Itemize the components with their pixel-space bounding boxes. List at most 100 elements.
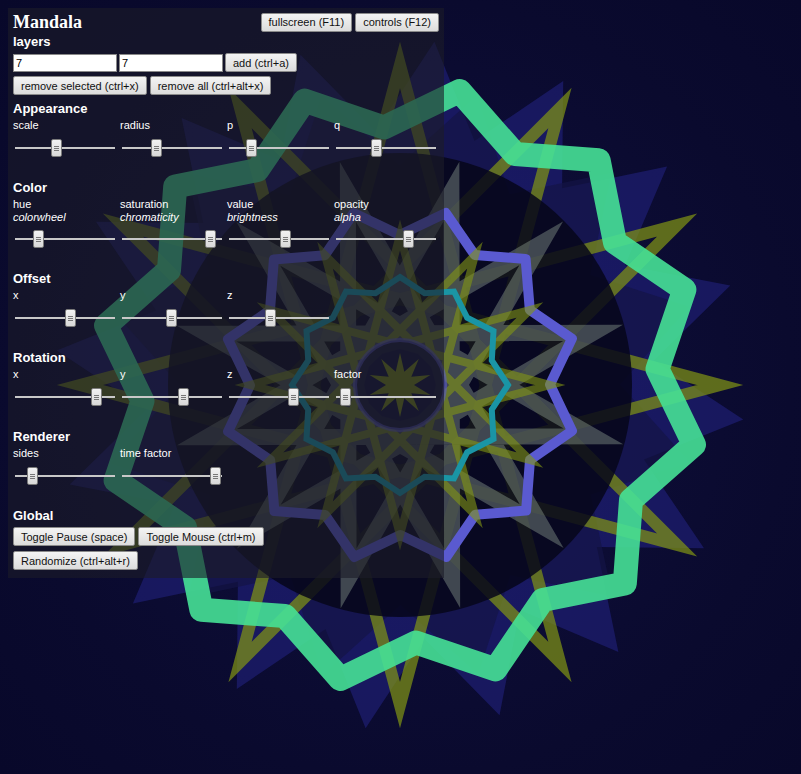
slider-label: hue bbox=[13, 198, 113, 211]
global-button[interactable]: Toggle Mouse (ctrl+m) bbox=[138, 527, 263, 546]
slider-control: factor bbox=[334, 368, 434, 423]
slider-control: huecolorwheel bbox=[13, 198, 113, 265]
slider-label: p bbox=[227, 119, 327, 132]
slider-track[interactable] bbox=[229, 387, 329, 407]
section-heading: Global bbox=[13, 508, 439, 524]
slider-grid: scale radiuspq bbox=[13, 119, 439, 174]
slider-control: y bbox=[120, 368, 220, 423]
slider-thumb[interactable] bbox=[166, 309, 177, 327]
slider-track[interactable] bbox=[122, 229, 222, 249]
slider-track[interactable] bbox=[229, 229, 329, 249]
slider-control: radius bbox=[120, 119, 220, 174]
slider-label: q bbox=[334, 119, 434, 132]
slider-label: sides bbox=[13, 447, 113, 460]
slider-track[interactable] bbox=[336, 138, 436, 158]
header-button[interactable]: controls (F12) bbox=[355, 13, 439, 32]
section-heading: Offset bbox=[13, 271, 439, 287]
page: Mandala fullscreen (F11)controls (F12) lay… bbox=[0, 0, 801, 774]
slider-control: opacityalpha bbox=[334, 198, 434, 265]
slider-control: x bbox=[13, 368, 113, 423]
slider-thumb[interactable] bbox=[340, 388, 351, 406]
remove-button[interactable]: remove all (ctrl+alt+x) bbox=[150, 76, 272, 95]
slider-thumb[interactable] bbox=[151, 139, 162, 157]
slider-track[interactable] bbox=[15, 387, 115, 407]
slider-thumb[interactable] bbox=[33, 230, 44, 248]
slider-thumb[interactable] bbox=[288, 388, 299, 406]
slider-grid: xyz bbox=[13, 289, 439, 344]
add-button[interactable]: add (ctrl+a) bbox=[225, 53, 297, 72]
remove-button[interactable]: remove selected (ctrl+x) bbox=[13, 76, 147, 95]
slider-label: value bbox=[227, 198, 327, 211]
slider-track[interactable] bbox=[122, 138, 222, 158]
global-buttons: Toggle Pause (space)Toggle Mouse (ctrl+m… bbox=[13, 527, 439, 546]
slider-thumb[interactable] bbox=[210, 467, 221, 485]
global-button[interactable]: Toggle Pause (space) bbox=[13, 527, 135, 546]
header-button[interactable]: fullscreen (F11) bbox=[261, 13, 353, 32]
slider-track[interactable] bbox=[122, 387, 222, 407]
slider-thumb[interactable] bbox=[371, 139, 382, 157]
slider-control: q bbox=[334, 119, 434, 174]
slider-thumb[interactable] bbox=[205, 230, 216, 248]
slider-control: z bbox=[227, 289, 327, 344]
global-buttons: Randomize (ctrl+alt+r) bbox=[13, 551, 439, 570]
layers-buttons: remove selected (ctrl+x)remove all (ctrl… bbox=[13, 76, 439, 95]
slider-control: sides bbox=[13, 447, 113, 502]
slider-grid: sides time factor bbox=[13, 447, 439, 502]
slider-track[interactable] bbox=[122, 308, 222, 328]
slider-track[interactable] bbox=[122, 466, 222, 486]
slider-sublabel: brightness bbox=[227, 211, 327, 223]
slider-track[interactable] bbox=[15, 229, 115, 249]
slider-control: y bbox=[120, 289, 220, 344]
section-heading: Rotation bbox=[13, 350, 439, 366]
slider-control: valuebrightness bbox=[227, 198, 327, 265]
panel-title: Mandala bbox=[13, 12, 82, 33]
global-button[interactable]: Randomize (ctrl+alt+r) bbox=[13, 551, 138, 570]
slider-thumb[interactable] bbox=[403, 230, 414, 248]
slider-thumb[interactable] bbox=[51, 139, 62, 157]
slider-control: p bbox=[227, 119, 327, 174]
slider-thumb[interactable] bbox=[178, 388, 189, 406]
slider-track[interactable] bbox=[15, 308, 115, 328]
slider-control: x bbox=[13, 289, 113, 344]
slider-grid: xyzfactor bbox=[13, 368, 439, 423]
slider-label: scale bbox=[13, 119, 113, 132]
slider-track[interactable] bbox=[15, 466, 115, 486]
slider-label: y bbox=[120, 289, 220, 302]
slider-label: x bbox=[13, 368, 113, 381]
slider-thumb[interactable] bbox=[65, 309, 76, 327]
slider-control: saturationchromaticity bbox=[120, 198, 220, 265]
slider-thumb[interactable] bbox=[91, 388, 102, 406]
slider-thumb[interactable] bbox=[27, 467, 38, 485]
slider-label: time factor bbox=[120, 447, 220, 460]
slider-control: z bbox=[227, 368, 327, 423]
controls-panel: Mandala fullscreen (F11)controls (F12) lay… bbox=[8, 8, 444, 578]
slider-thumb[interactable] bbox=[280, 230, 291, 248]
slider-section: Appearance scale radiuspq bbox=[13, 101, 439, 174]
slider-grid: huecolorwheelsaturationchromaticityvalue… bbox=[13, 198, 439, 265]
slider-label: radius bbox=[120, 119, 220, 132]
slider-track[interactable] bbox=[336, 229, 436, 249]
section-heading: layers bbox=[13, 34, 439, 50]
global-section: Global Toggle Pause (space)Toggle Mouse (… bbox=[13, 508, 439, 570]
slider-track[interactable] bbox=[229, 308, 329, 328]
slider-section: Renderer sides time factor bbox=[13, 429, 439, 502]
slider-track[interactable] bbox=[336, 387, 436, 407]
slider-thumb[interactable] bbox=[265, 309, 276, 327]
slider-section: Rotation xyzfactor bbox=[13, 350, 439, 423]
layer-input[interactable] bbox=[13, 54, 117, 72]
layer-input[interactable] bbox=[119, 54, 223, 72]
section-heading: Renderer bbox=[13, 429, 439, 445]
slider-section: Colorhuecolorwheelsaturationchromaticity… bbox=[13, 180, 439, 265]
slider-sublabel: alpha bbox=[334, 211, 434, 223]
slider-track[interactable] bbox=[229, 138, 329, 158]
slider-label: z bbox=[227, 368, 327, 381]
slider-thumb[interactable] bbox=[246, 139, 257, 157]
slider-control: scale bbox=[13, 119, 113, 174]
header-buttons: fullscreen (F11)controls (F12) bbox=[261, 13, 439, 32]
layers-row: add (ctrl+a) bbox=[13, 53, 439, 72]
slider-track[interactable] bbox=[15, 138, 115, 158]
section-heading: Appearance bbox=[13, 101, 439, 117]
slider-sublabel: colorwheel bbox=[13, 211, 113, 223]
slider-label: opacity bbox=[334, 198, 434, 211]
slider-label: factor bbox=[334, 368, 434, 381]
